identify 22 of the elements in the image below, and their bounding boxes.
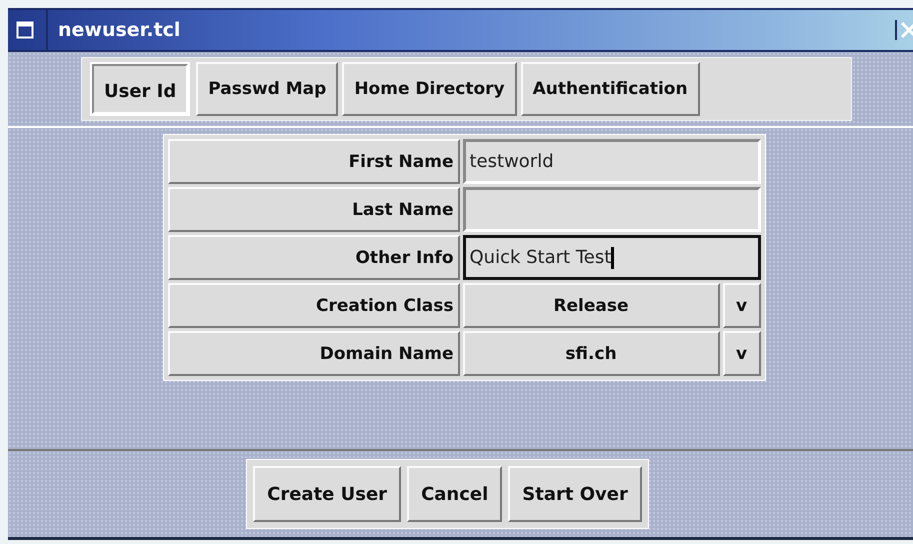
- field-label: Last Name: [168, 187, 460, 232]
- dropdown-button[interactable]: Release: [462, 283, 720, 328]
- input-field[interactable]: [462, 187, 760, 232]
- tab[interactable]: User Id: [92, 64, 188, 114]
- tab[interactable]: Home Directory: [342, 62, 517, 116]
- window-title: newuser.tcl: [46, 10, 180, 50]
- dropdown-arrow-button[interactable]: v: [722, 283, 760, 328]
- action-button[interactable]: Cancel: [407, 466, 502, 522]
- field-label: Creation Class: [168, 283, 460, 328]
- action-button[interactable]: Create User: [253, 466, 402, 522]
- input-field[interactable]: testworld: [462, 139, 760, 184]
- dropdown-arrow-button[interactable]: v: [722, 331, 760, 376]
- action-button[interactable]: Start Over: [508, 466, 642, 522]
- input-field[interactable]: Quick Start Test: [462, 235, 760, 280]
- window-menu-icon[interactable]: [16, 21, 34, 39]
- tab[interactable]: Authentification: [520, 62, 700, 116]
- field-label: Other Info: [168, 235, 460, 280]
- field-label: Domain Name: [168, 331, 460, 376]
- dropdown-button[interactable]: sfi.ch: [462, 331, 720, 376]
- field-label: First Name: [168, 139, 460, 184]
- tab[interactable]: Passwd Map: [196, 62, 338, 116]
- close-icon[interactable]: [895, 20, 913, 40]
